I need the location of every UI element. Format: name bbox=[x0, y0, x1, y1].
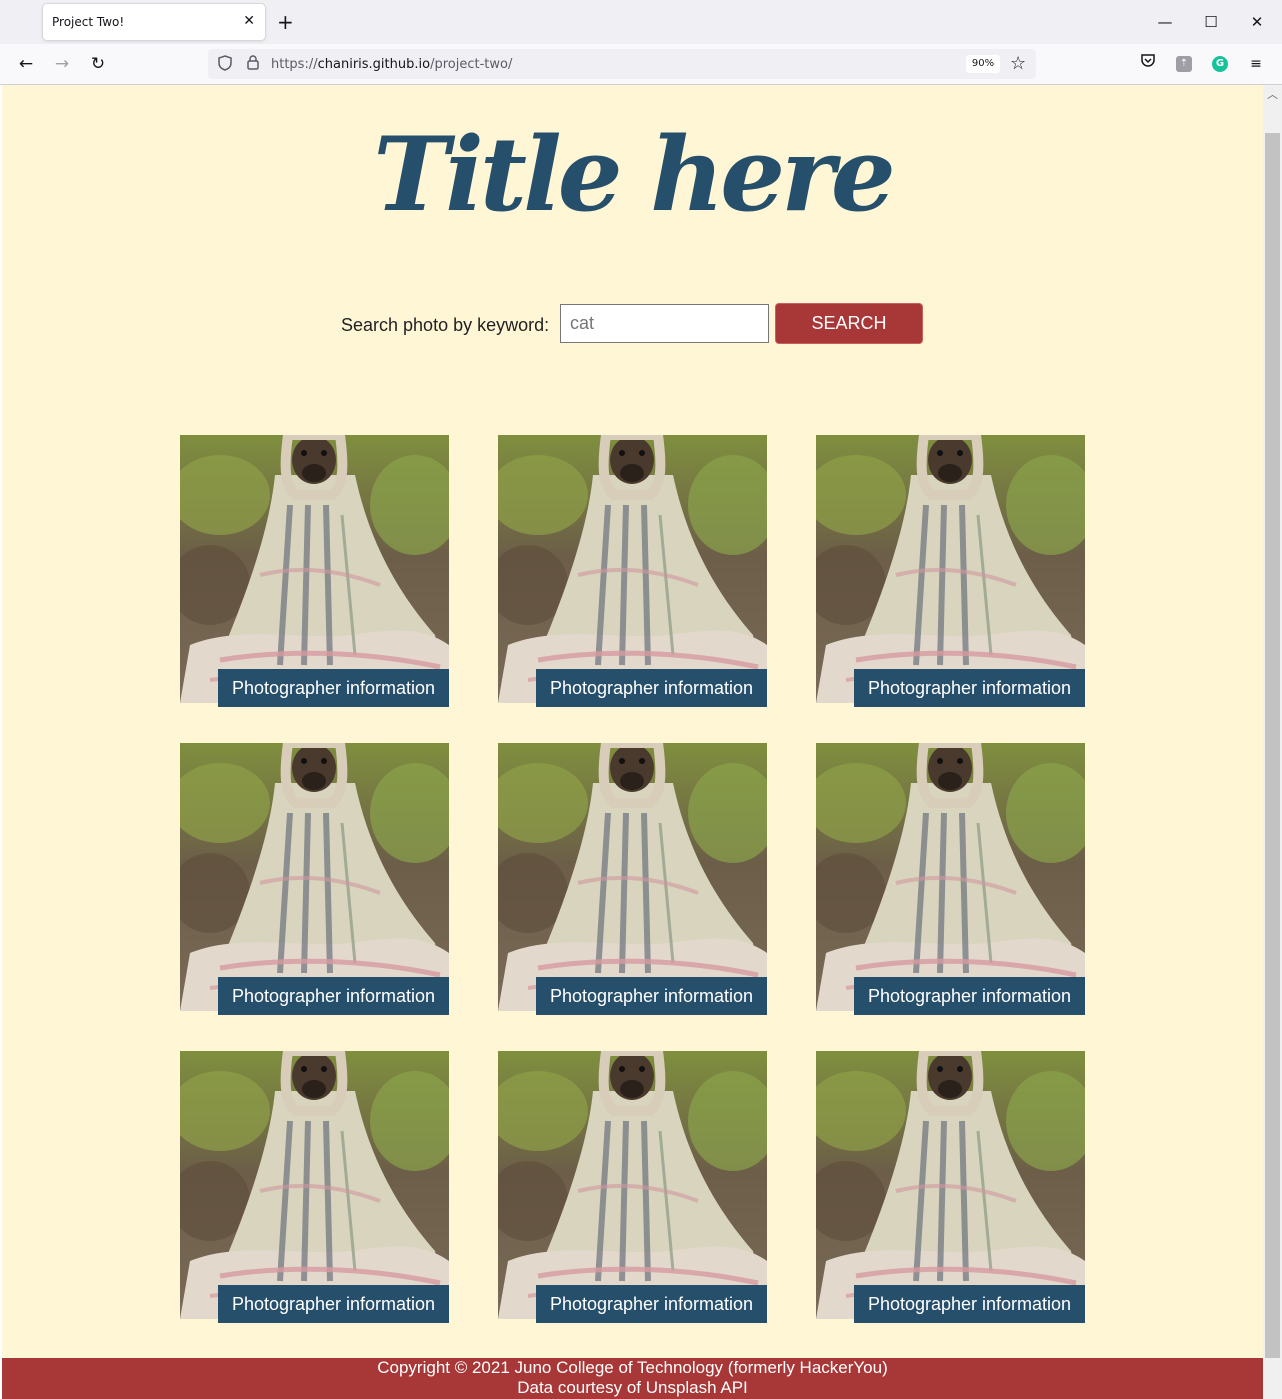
pocket-icon[interactable] bbox=[1137, 53, 1159, 75]
photographer-info-label[interactable]: Photographer information bbox=[218, 669, 449, 707]
photo-card[interactable]: Photographer information bbox=[180, 435, 450, 707]
bookmark-star-icon[interactable]: ☆ bbox=[1010, 52, 1026, 76]
photographer-info-label[interactable]: Photographer information bbox=[218, 1285, 449, 1323]
copyright-text: Copyright © 2021 Juno College of Technol… bbox=[377, 1358, 888, 1377]
extension-icon[interactable]: ⇡ bbox=[1176, 56, 1192, 72]
browser-tab[interactable]: Project Two! ✕ bbox=[43, 4, 265, 40]
tab-strip: Project Two! ✕ + — ☐ ✕ bbox=[0, 0, 1282, 44]
reload-icon[interactable]: ↻ bbox=[86, 52, 110, 76]
close-tab-icon[interactable]: ✕ bbox=[243, 12, 255, 30]
hamburger-menu-icon[interactable]: ≡ bbox=[1245, 53, 1267, 75]
tab-title: Project Two! bbox=[52, 15, 125, 29]
back-arrow-icon[interactable]: ← bbox=[14, 52, 38, 76]
photo-card[interactable]: Photographer information bbox=[816, 435, 1086, 707]
data-credit-text: Data courtesy of Unsplash API bbox=[517, 1378, 748, 1397]
pug-in-blanket-photo[interactable] bbox=[180, 435, 449, 703]
pug-in-blanket-photo[interactable] bbox=[180, 743, 449, 1011]
navigation-toolbar: ← → ↻ https://chaniris.github.io/project… bbox=[0, 44, 1282, 85]
url-path: /project-two/ bbox=[430, 57, 513, 72]
pug-in-blanket-photo[interactable] bbox=[498, 743, 767, 1011]
tracking-shield-icon[interactable] bbox=[216, 55, 234, 73]
page-viewport: Title here Search photo by keyword: SEAR… bbox=[2, 85, 1263, 1399]
url-host: chaniris.github.io bbox=[317, 57, 431, 72]
photo-card[interactable]: Photographer information bbox=[180, 743, 450, 1015]
photographer-info-label[interactable]: Photographer information bbox=[536, 1285, 767, 1323]
pug-in-blanket-photo[interactable] bbox=[180, 1051, 449, 1319]
url-text[interactable]: https://chaniris.github.io/project-two/ bbox=[271, 57, 512, 72]
pug-in-blanket-photo[interactable] bbox=[498, 435, 767, 703]
search-input[interactable] bbox=[560, 304, 769, 343]
photo-card[interactable]: Photographer information bbox=[816, 1051, 1086, 1323]
grammarly-icon[interactable]: G bbox=[1212, 56, 1228, 72]
lock-icon[interactable] bbox=[244, 55, 262, 73]
zoom-level-badge[interactable]: 90% bbox=[966, 55, 1000, 73]
photo-card[interactable]: Photographer information bbox=[180, 1051, 450, 1323]
page-title: Title here bbox=[373, 115, 896, 235]
search-button[interactable]: SEARCH bbox=[776, 304, 922, 343]
url-scheme: https:// bbox=[271, 57, 318, 72]
photo-card[interactable]: Photographer information bbox=[498, 435, 768, 707]
photographer-info-label[interactable]: Photographer information bbox=[536, 669, 767, 707]
scrollbar-thumb[interactable] bbox=[1265, 133, 1280, 1358]
minimize-icon[interactable]: — bbox=[1153, 10, 1177, 34]
photographer-info-label[interactable]: Photographer information bbox=[854, 977, 1085, 1015]
photographer-info-label[interactable]: Photographer information bbox=[218, 977, 449, 1015]
close-window-icon[interactable]: ✕ bbox=[1245, 10, 1269, 34]
pug-in-blanket-photo[interactable] bbox=[816, 743, 1085, 1011]
search-label: Search photo by keyword: bbox=[341, 315, 550, 335]
photographer-info-label[interactable]: Photographer information bbox=[536, 977, 767, 1015]
photographer-info-label[interactable]: Photographer information bbox=[854, 669, 1085, 707]
maximize-icon[interactable]: ☐ bbox=[1199, 10, 1223, 34]
vertical-scrollbar[interactable]: ︿ bbox=[1263, 85, 1282, 1399]
new-tab-button[interactable]: + bbox=[277, 10, 294, 34]
scroll-up-icon[interactable]: ︿ bbox=[1263, 87, 1282, 103]
forward-arrow-icon[interactable]: → bbox=[50, 52, 74, 76]
pug-in-blanket-photo[interactable] bbox=[816, 435, 1085, 703]
pug-in-blanket-photo[interactable] bbox=[498, 1051, 767, 1319]
pug-in-blanket-photo[interactable] bbox=[816, 1051, 1085, 1319]
address-bar[interactable]: https://chaniris.github.io/project-two/ … bbox=[208, 49, 1036, 79]
page-footer: Copyright © 2021 Juno College of Technol… bbox=[2, 1358, 1263, 1399]
photo-card[interactable]: Photographer information bbox=[498, 1051, 768, 1323]
photographer-info-label[interactable]: Photographer information bbox=[854, 1285, 1085, 1323]
photo-card[interactable]: Photographer information bbox=[498, 743, 768, 1015]
photo-card[interactable]: Photographer information bbox=[816, 743, 1086, 1015]
